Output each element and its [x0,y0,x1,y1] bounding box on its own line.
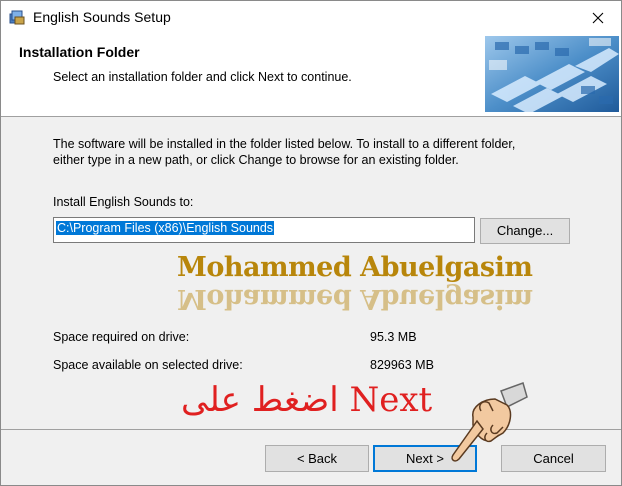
install-path-value: C:\Program Files (x86)\English Sounds [56,221,275,235]
wizard-header: Installation Folder Select an installati… [1,34,621,117]
setup-window: English Sounds Setup Installation Folder… [0,0,622,486]
change-button[interactable]: Change... [480,218,570,244]
install-folder-label: Install English Sounds to: [53,195,194,209]
page-subtitle: Select an installation folder and click … [53,70,352,84]
pointing-hand-icon [443,381,529,465]
author-watermark: Mohammed Abuelgasim [177,252,533,283]
banner-keyboard-image [485,36,619,112]
back-button[interactable]: < Back [265,445,369,472]
description-line-2: either type in a new path, or click Chan… [53,153,459,167]
page-title: Installation Folder [19,44,140,60]
install-path-input[interactable]: C:\Program Files (x86)\English Sounds [53,217,475,243]
space-available-label: Space available on selected drive: [53,358,243,372]
description-line-1: The software will be installed in the fo… [53,137,516,151]
install-description: The software will be installed in the fo… [53,136,573,168]
close-icon [592,12,604,23]
author-watermark-reflection: Mohammed Abuelgasim [177,283,533,314]
space-required-value: 95.3 MB [370,330,417,344]
space-required-label: Space required on drive: [53,330,190,344]
installer-app-icon [9,9,25,25]
window-title: English Sounds Setup [33,9,171,25]
space-available-value: 829963 MB [370,358,434,372]
close-button[interactable] [575,1,621,34]
title-bar: English Sounds Setup [1,1,621,34]
click-next-annotation: اضغط على Next [181,380,433,420]
